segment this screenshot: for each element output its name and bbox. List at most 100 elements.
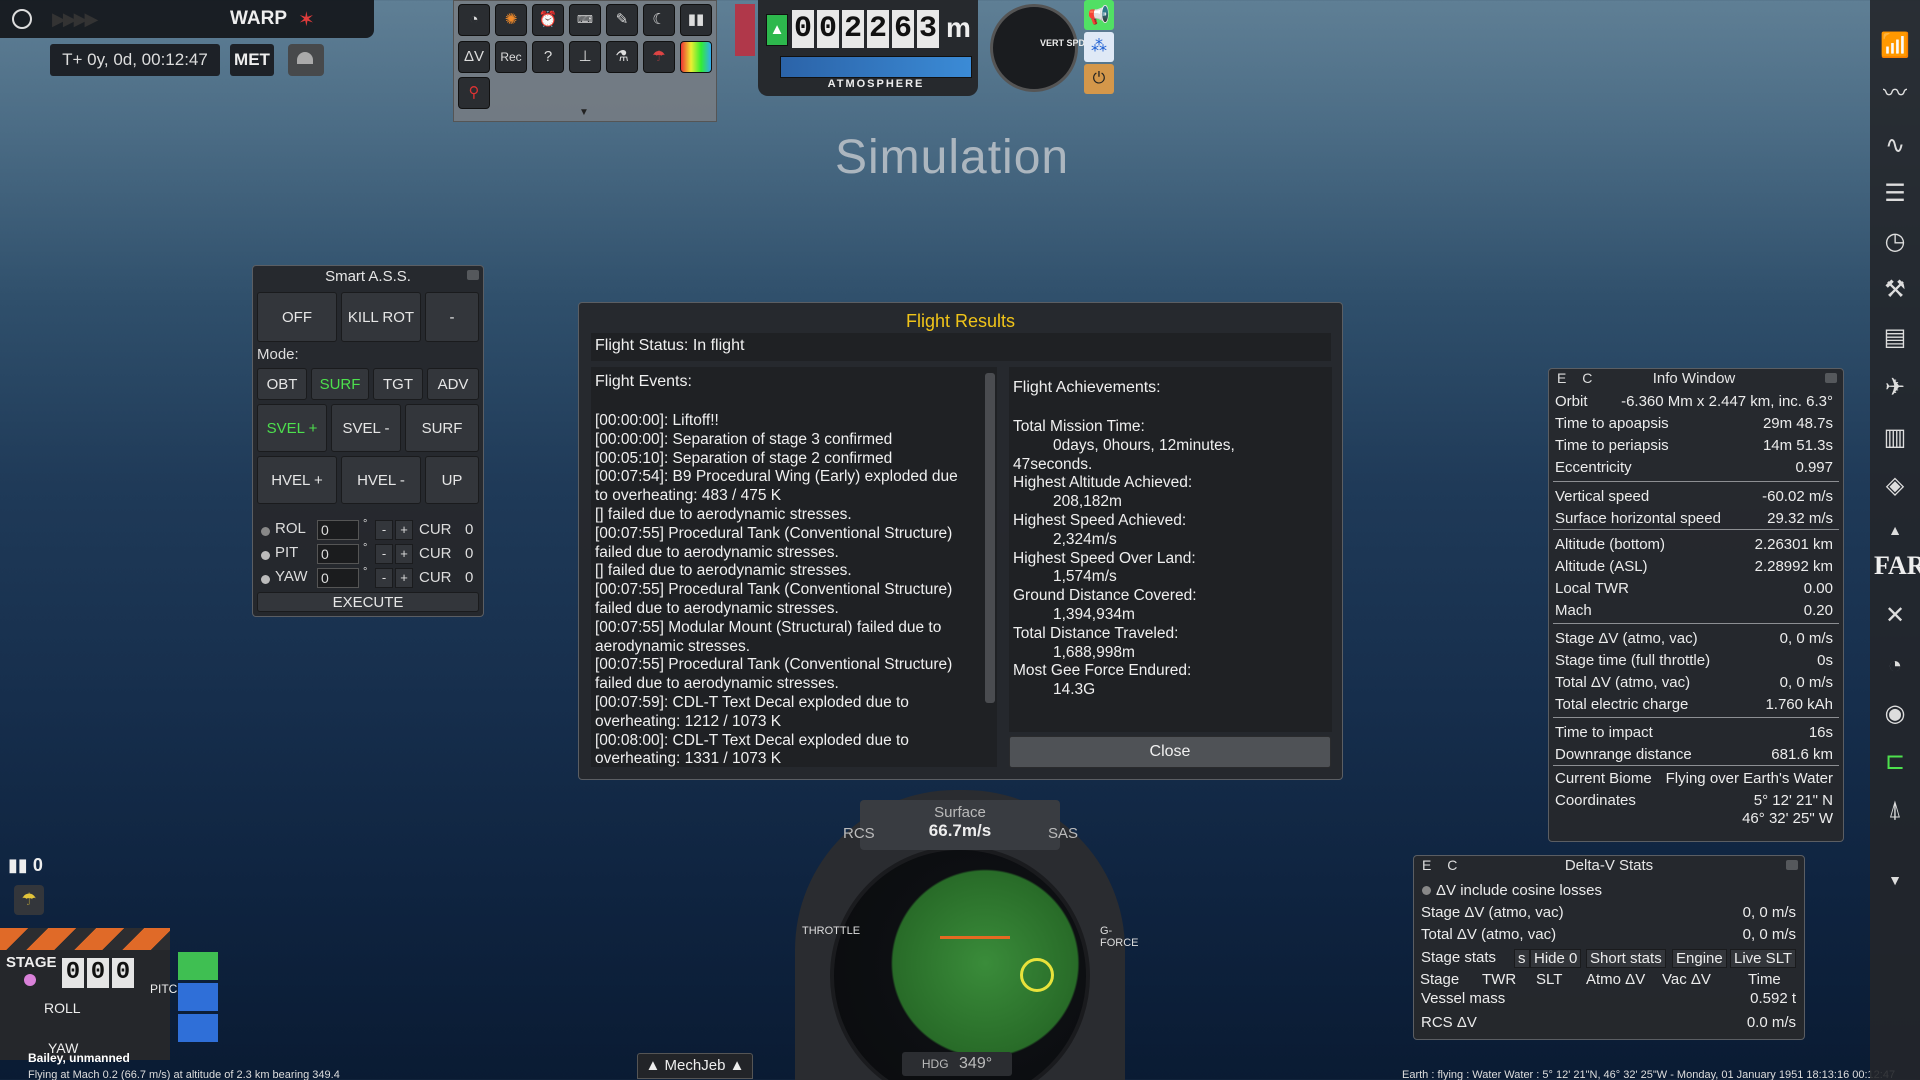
- record-button[interactable]: Rec: [495, 41, 527, 73]
- warp-rate-arrows[interactable]: ▶▶▶▶: [52, 9, 98, 30]
- pause-indicator[interactable]: ▮▮ 0: [8, 855, 43, 876]
- svel-minus-button[interactable]: SVEL -: [331, 404, 401, 452]
- yaw-input[interactable]: 0: [317, 568, 359, 588]
- pit-toggle[interactable]: [261, 551, 270, 560]
- rcs-indicator[interactable]: RCS: [843, 825, 875, 842]
- yaw-cur-button[interactable]: CUR: [419, 569, 452, 586]
- pit-label: PIT: [275, 544, 299, 561]
- antenna-icon[interactable]: 📶: [1876, 28, 1914, 64]
- staging-tab[interactable]: [178, 952, 218, 980]
- clock-icon[interactable]: [12, 9, 32, 29]
- docking-tab[interactable]: [178, 983, 218, 1011]
- satellite-icon[interactable]: ✈: [1876, 370, 1914, 406]
- yaw-minus-button[interactable]: -: [375, 568, 393, 588]
- rol-cur-button[interactable]: CUR: [419, 521, 452, 538]
- pencil-icon[interactable]: ✎: [606, 4, 638, 36]
- pit-input[interactable]: 0: [317, 544, 359, 564]
- speed-display[interactable]: Surface 66.7m/s: [860, 800, 1060, 850]
- stage-stats-s-button[interactable]: s: [1514, 949, 1530, 968]
- alarm-clock-icon[interactable]: ⏰: [532, 4, 564, 36]
- cosine-losses-toggle[interactable]: [1422, 886, 1431, 895]
- live-slt-button[interactable]: Live SLT: [1730, 949, 1797, 968]
- scroll-up-icon[interactable]: ▲: [1876, 512, 1914, 548]
- list-icon[interactable]: ☰: [1876, 176, 1914, 212]
- rocket-icon[interactable]: ⍋: [1876, 792, 1914, 828]
- moon-icon[interactable]: ☾: [643, 4, 675, 36]
- window-collapse-icon[interactable]: [1786, 860, 1798, 870]
- pit-minus-button[interactable]: -: [375, 544, 393, 564]
- ec-toggle[interactable]: E C: [1557, 370, 1598, 386]
- svel-plus-button[interactable]: SVEL +: [257, 404, 327, 452]
- weather-icon[interactable]: ☂: [643, 41, 675, 73]
- tools-icon[interactable]: ⚒: [1876, 272, 1914, 308]
- signal-wave-icon[interactable]: 〰: [1876, 76, 1914, 112]
- stopwatch-icon[interactable]: ◷: [1876, 224, 1914, 260]
- window-collapse-icon[interactable]: [467, 270, 479, 280]
- pit-plus-button[interactable]: +: [395, 544, 413, 564]
- megaphone-icon[interactable]: 📢: [1084, 0, 1114, 30]
- info-row-label: Total ΔV (atmo, vac): [1555, 674, 1691, 691]
- pulse-icon[interactable]: ∿: [1876, 128, 1914, 164]
- events-scrollbar[interactable]: [985, 373, 995, 703]
- surf-button[interactable]: SURF: [405, 404, 479, 452]
- altitude-mode-icon[interactable]: ▲: [766, 14, 788, 46]
- sas-indicator[interactable]: SAS: [1048, 825, 1078, 842]
- rainbow-icon[interactable]: [680, 41, 712, 73]
- bars-icon[interactable]: ▮▮: [680, 4, 712, 36]
- gear-orange-icon[interactable]: ✺: [495, 4, 527, 36]
- scroll-down-icon[interactable]: ▼: [1876, 862, 1914, 898]
- obt-mode-button[interactable]: OBT: [257, 368, 307, 400]
- map-tab[interactable]: [178, 1014, 218, 1042]
- rol-plus-button[interactable]: +: [395, 520, 413, 540]
- flask-icon[interactable]: ⚗: [606, 41, 638, 73]
- hvel-plus-button[interactable]: HVEL +: [257, 456, 337, 504]
- thermometer-icon[interactable]: ⊥: [569, 41, 601, 73]
- adv-mode-button[interactable]: ADV: [427, 368, 479, 400]
- stopwatch-icon[interactable]: ◔: [458, 4, 490, 36]
- maneuver-nodes-icon[interactable]: ⁂: [1084, 32, 1114, 62]
- kill-rot-button[interactable]: KILL ROT: [341, 292, 421, 342]
- event-line: [00:07:55] Procedural Tank (Conventional…: [595, 656, 953, 674]
- rol-input[interactable]: 0: [317, 520, 359, 540]
- rol-toggle[interactable]: [261, 527, 270, 536]
- globe-icon[interactable]: ◉: [1876, 696, 1914, 732]
- gauge-icon[interactable]: ◔: [1876, 648, 1914, 684]
- off-button[interactable]: OFF: [257, 292, 337, 342]
- help-icon[interactable]: ?: [532, 41, 564, 73]
- toolbar-expand-icon[interactable]: ▼: [579, 107, 589, 118]
- met-toggle-button[interactable]: MET: [230, 44, 274, 76]
- info-row-value: 14m 51.3s: [1762, 437, 1833, 454]
- stage-lock-indicator[interactable]: [24, 974, 36, 986]
- ec-toggle[interactable]: E C: [1422, 857, 1463, 873]
- close-button[interactable]: Close: [1009, 736, 1331, 768]
- farc-button[interactable]: FARc: [1874, 551, 1920, 581]
- hvel-minus-button[interactable]: HVEL -: [341, 456, 421, 504]
- green-bracket-icon[interactable]: ⊏: [1876, 744, 1914, 780]
- rol-minus-button[interactable]: -: [375, 520, 393, 540]
- surf-mode-button[interactable]: SURF: [311, 368, 369, 400]
- engine-button[interactable]: Engine: [1672, 949, 1727, 968]
- flight-events-panel[interactable]: Flight Events: [00:00:00]: Liftoff!! [00…: [591, 367, 997, 767]
- hide-zero-button[interactable]: Hide 0: [1530, 949, 1582, 968]
- mechjeb-button[interactable]: ▲ MechJeb ▲: [637, 1053, 753, 1079]
- power-icon[interactable]: ⏻: [1084, 64, 1114, 94]
- tgt-mode-button[interactable]: TGT: [373, 368, 423, 400]
- dash-button[interactable]: -: [425, 292, 479, 342]
- map-pin-icon[interactable]: ⚲: [458, 77, 490, 109]
- up-button[interactable]: UP: [425, 456, 479, 504]
- yaw-toggle[interactable]: [261, 575, 270, 584]
- execute-button[interactable]: EXECUTE: [257, 592, 479, 612]
- wrench-cross-icon[interactable]: ✕: [1876, 598, 1914, 634]
- clipboard-icon[interactable]: ▤: [1876, 320, 1914, 356]
- delta-v-button[interactable]: ΔV: [458, 41, 490, 73]
- diamond-icon[interactable]: ◈: [1876, 468, 1914, 504]
- keyboard-icon[interactable]: ⌨: [569, 4, 601, 36]
- short-stats-button[interactable]: Short stats: [1586, 949, 1666, 968]
- battery-icon[interactable]: ▥: [1876, 420, 1914, 456]
- window-collapse-icon[interactable]: [1825, 373, 1837, 383]
- yaw-plus-button[interactable]: +: [395, 568, 413, 588]
- parachute-icon[interactable]: ☂: [14, 885, 44, 915]
- cosine-losses-row[interactable]: ΔV include cosine losses: [1414, 882, 1804, 902]
- pit-cur-button[interactable]: CUR: [419, 545, 452, 562]
- sunrise-icon[interactable]: [288, 44, 324, 76]
